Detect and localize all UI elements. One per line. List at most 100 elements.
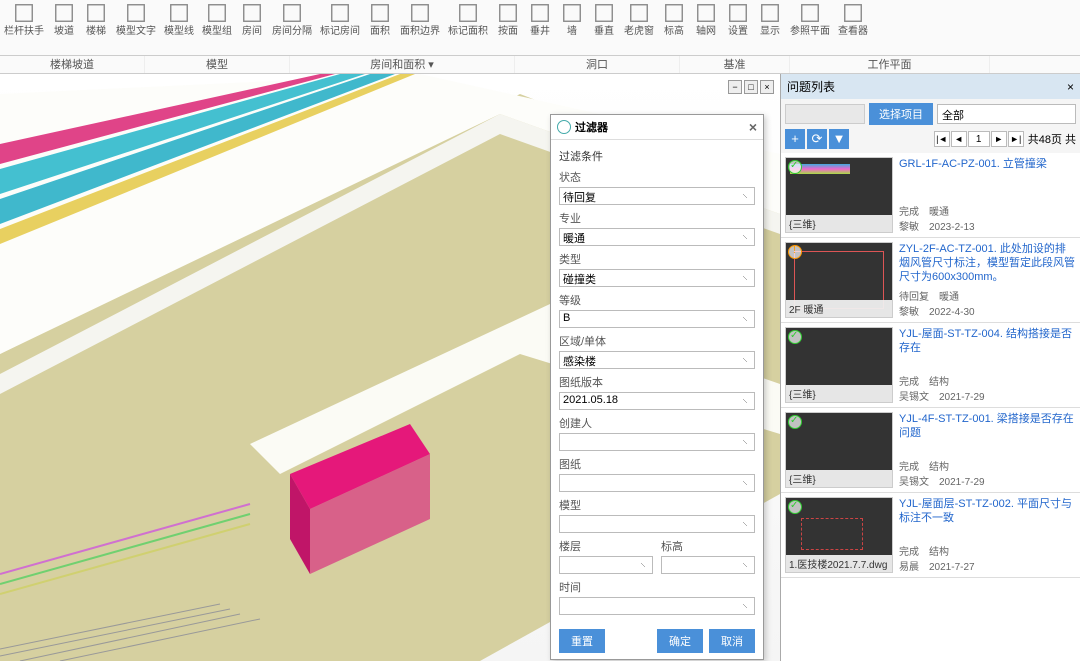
ribbon-group-洞口: 洞口 <box>515 56 680 73</box>
issue-item[interactable]: 2F 暖通ZYL-2F-AC-TZ-001. 此处加设的排烟风管尺寸标注，模型暂… <box>781 238 1080 323</box>
issue-thumbnail[interactable]: {三维} <box>785 327 893 403</box>
filter-titlebar[interactable]: 过滤器 × <box>551 115 763 140</box>
issue-title: YJL-4F-ST-TZ-001. 梁搭接是否存在问题 <box>899 412 1076 440</box>
discipline-select[interactable]: 暖通 <box>559 228 755 246</box>
last-page-button[interactable]: ►| <box>1008 131 1024 147</box>
ribbon-垂井[interactable]: 垂井 <box>524 0 556 55</box>
thumb-caption: 2F 暖通 <box>786 300 892 317</box>
ribbon-group-labels: 楼梯坡道模型房间和面积 ▾洞口基准工作平面 <box>0 56 1080 74</box>
ribbon-group-模型: 模型 <box>145 56 290 73</box>
ribbon-模型线[interactable]: 模型线 <box>160 0 198 55</box>
status-icon <box>788 160 802 174</box>
ribbon-标记面积[interactable]: 标记面积 <box>444 0 492 55</box>
floor-label: 楼层 <box>559 538 653 554</box>
area-select[interactable]: 感染楼 <box>559 351 755 369</box>
grade-label: 等级 <box>559 292 755 308</box>
maximize-button[interactable]: □ <box>744 80 758 94</box>
issue-meta: 完成结构吴锡文2021-7-29 <box>899 458 1076 488</box>
version-label: 图纸版本 <box>559 374 755 390</box>
ribbon-坡道[interactable]: 坡道 <box>48 0 80 55</box>
ribbon-标记房间[interactable]: 标记房间 <box>316 0 364 55</box>
drawing-label: 图纸 <box>559 456 755 472</box>
issue-thumbnail[interactable]: 2F 暖通 <box>785 242 893 318</box>
issue-meta: 完成结构吴锡文2021-7-29 <box>899 373 1076 403</box>
close-icon[interactable]: × <box>749 119 757 135</box>
ribbon-房间[interactable]: 房间 <box>236 0 268 55</box>
issue-meta: 待回复暖通黎敏2022-4-30 <box>899 288 1076 318</box>
prev-page-button[interactable]: ◄ <box>951 131 967 147</box>
filter-title: 过滤器 <box>575 119 608 135</box>
model-select[interactable] <box>559 515 755 533</box>
ribbon-栏杆扶手[interactable]: 栏杆扶手 <box>0 0 48 55</box>
filter-button[interactable]: ▼ <box>829 129 849 149</box>
time-select[interactable] <box>559 597 755 615</box>
ribbon-老虎窗[interactable]: 老虎窗 <box>620 0 658 55</box>
ribbon-轴网[interactable]: 轴网 <box>690 0 722 55</box>
time-label: 时间 <box>559 579 755 595</box>
area-label: 区域/单体 <box>559 333 755 349</box>
add-button[interactable]: + <box>785 129 805 149</box>
minimize-button[interactable]: − <box>728 80 742 94</box>
issue-meta: 完成结构易晨2021-7-27 <box>899 543 1076 573</box>
ribbon-模型组[interactable]: 模型组 <box>198 0 236 55</box>
status-icon <box>788 415 802 429</box>
page-input[interactable] <box>968 131 990 147</box>
creator-label: 创建人 <box>559 415 755 431</box>
drawing-select[interactable] <box>559 474 755 492</box>
ribbon-查看器[interactable]: 查看器 <box>834 0 872 55</box>
ribbon-楼梯[interactable]: 楼梯 <box>80 0 112 55</box>
issue-item[interactable]: {三维}YJL-屋面-ST-TZ-004. 结构搭接是否存在完成结构吴锡文202… <box>781 323 1080 408</box>
3d-viewport[interactable]: − □ × 过滤器 × 过滤条件 状态 待回复 专业 暖通 类型 碰撞类 等级 … <box>0 74 780 661</box>
ribbon-模型文字[interactable]: 模型文字 <box>112 0 160 55</box>
ribbon-面积边界[interactable]: 面积边界 <box>396 0 444 55</box>
floor-select[interactable] <box>559 556 653 574</box>
thumb-caption: {三维} <box>786 215 892 232</box>
ribbon-标高[interactable]: 标高 <box>658 0 690 55</box>
ribbon-group-基准: 基准 <box>680 56 790 73</box>
reset-button[interactable]: 重置 <box>559 629 605 653</box>
status-select[interactable]: 待回复 <box>559 187 755 205</box>
select-project-tab[interactable]: 选择项目 <box>869 103 933 125</box>
cancel-button[interactable]: 取消 <box>709 629 755 653</box>
close-icon[interactable]: × <box>1067 80 1074 94</box>
ribbon-房间分隔[interactable]: 房间分隔 <box>268 0 316 55</box>
issue-panel-header[interactable]: 问题列表 × <box>781 74 1080 99</box>
close-button[interactable]: × <box>760 80 774 94</box>
type-select[interactable]: 碰撞类 <box>559 269 755 287</box>
ribbon-显示[interactable]: 显示 <box>754 0 786 55</box>
ribbon-垂直[interactable]: 垂直 <box>588 0 620 55</box>
ribbon-group-楼梯坡道: 楼梯坡道 <box>0 56 145 73</box>
grade-select[interactable]: B <box>559 310 755 328</box>
issue-thumbnail[interactable]: {三维} <box>785 157 893 233</box>
filter-section-label: 过滤条件 <box>559 148 755 164</box>
type-label: 类型 <box>559 251 755 267</box>
version-select[interactable]: 2021.05.18 <box>559 392 755 410</box>
issue-thumbnail[interactable]: {三维} <box>785 412 893 488</box>
ribbon-设置[interactable]: 设置 <box>722 0 754 55</box>
refresh-button[interactable]: ⟳ <box>807 129 827 149</box>
ok-button[interactable]: 确定 <box>657 629 703 653</box>
project-blur <box>785 104 865 124</box>
issue-list[interactable]: {三维}GRL-1F-AC-PZ-001. 立管撞梁完成暖通黎敏2023-2-1… <box>781 153 1080 661</box>
ribbon-参照平面[interactable]: 参照平面 <box>786 0 834 55</box>
ribbon-墙[interactable]: 墙 <box>556 0 588 55</box>
status-icon <box>788 330 802 344</box>
ribbon-group-房间和面积 ▾: 房间和面积 ▾ <box>290 56 515 73</box>
issue-item[interactable]: 1.医技楼2021.7.7.dwgYJL-屋面层-ST-TZ-002. 平面尺寸… <box>781 493 1080 578</box>
creator-select[interactable] <box>559 433 755 451</box>
issue-panel-title: 问题列表 <box>787 78 835 95</box>
height-select[interactable] <box>661 556 755 574</box>
ribbon-group-工作平面: 工作平面 <box>790 56 990 73</box>
height-label: 标高 <box>661 538 755 554</box>
first-page-button[interactable]: |◄ <box>934 131 950 147</box>
issue-title: YJL-屋面层-ST-TZ-002. 平面尺寸与标注不一致 <box>899 497 1076 525</box>
issue-thumbnail[interactable]: 1.医技楼2021.7.7.dwg <box>785 497 893 573</box>
thumb-caption: {三维} <box>786 385 892 402</box>
issue-meta: 完成暖通黎敏2023-2-13 <box>899 203 1076 233</box>
issue-item[interactable]: {三维}GRL-1F-AC-PZ-001. 立管撞梁完成暖通黎敏2023-2-1… <box>781 153 1080 238</box>
ribbon-面积[interactable]: 面积 <box>364 0 396 55</box>
issue-item[interactable]: {三维}YJL-4F-ST-TZ-001. 梁搭接是否存在问题完成结构吴锡文20… <box>781 408 1080 493</box>
ribbon-按面[interactable]: 按面 <box>492 0 524 55</box>
filter-dropdown[interactable]: 全部 <box>937 104 1076 124</box>
next-page-button[interactable]: ► <box>991 131 1007 147</box>
